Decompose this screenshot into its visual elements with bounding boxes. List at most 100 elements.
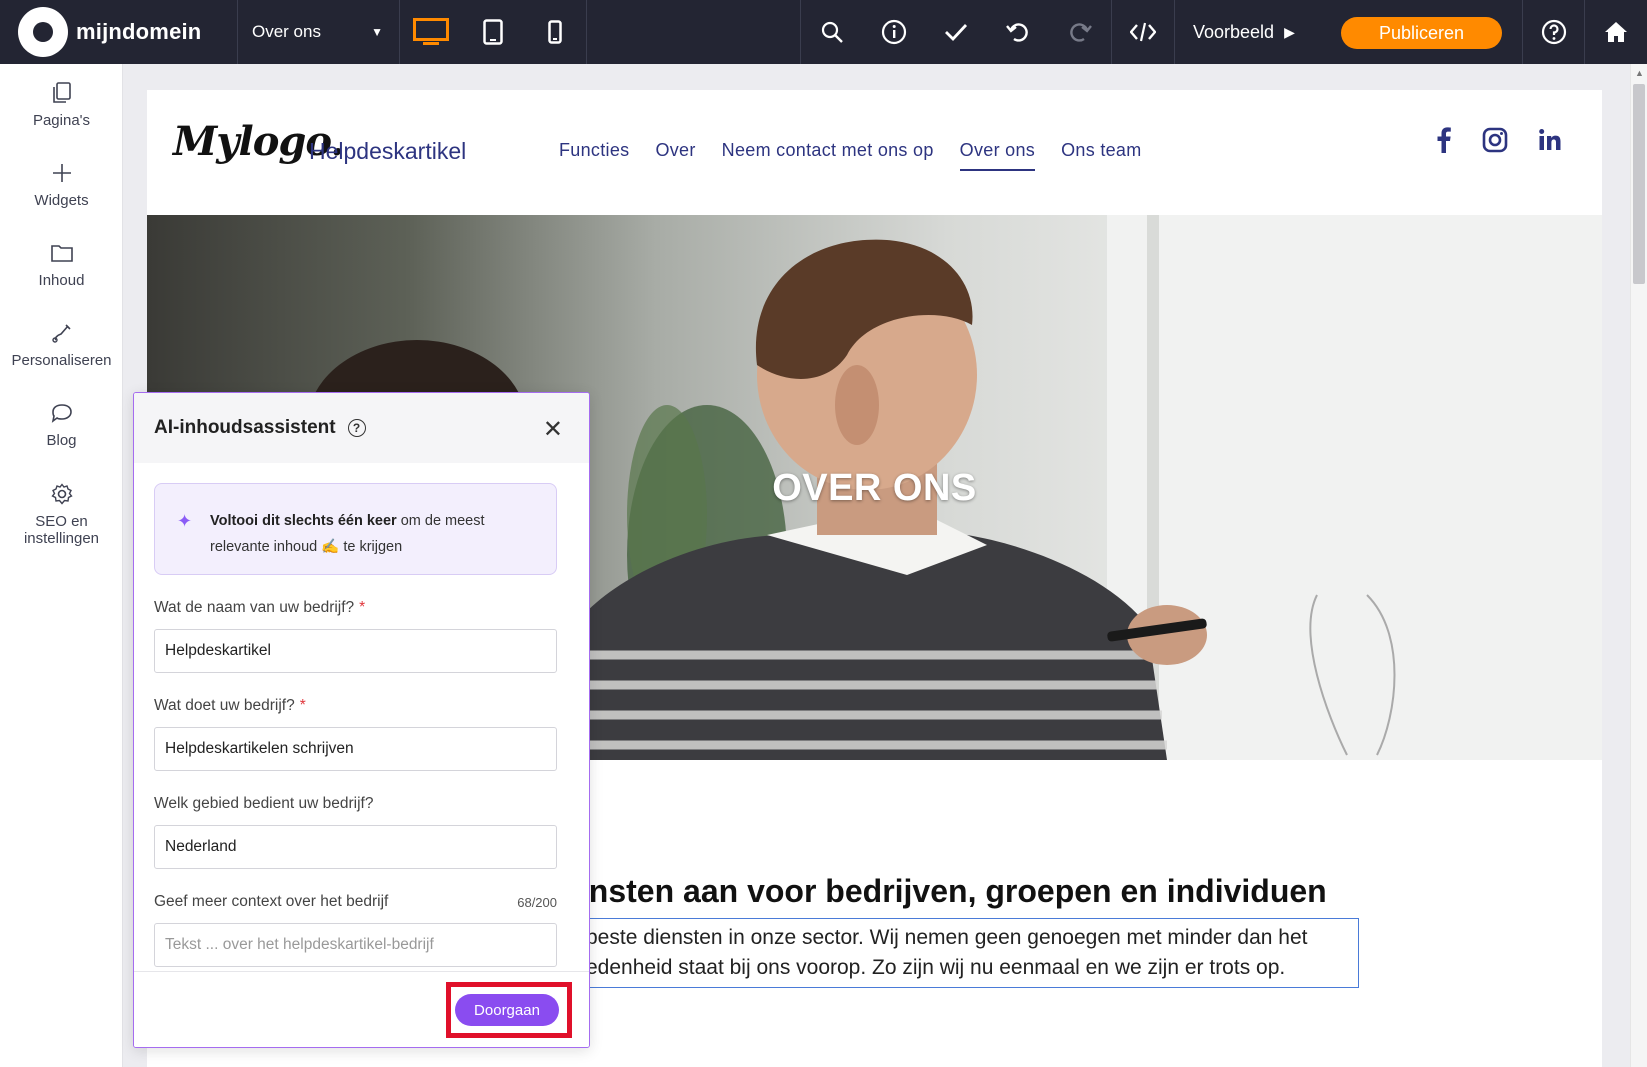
sidebar-item-pages[interactable]: Pagina's xyxy=(0,64,123,144)
folder-icon xyxy=(50,244,73,262)
home-button[interactable] xyxy=(1584,0,1647,64)
desktop-icon xyxy=(413,18,449,45)
company-activity-field[interactable] xyxy=(154,727,557,771)
required-marker: * xyxy=(359,599,366,616)
home-icon xyxy=(1605,22,1627,42)
continue-button[interactable]: Doorgaan xyxy=(455,994,559,1026)
undo-icon xyxy=(1006,23,1028,42)
sidebar-item-label: Personaliseren xyxy=(11,351,112,369)
company-name-label: Wat de naam van uw bedrijf? * xyxy=(154,599,557,617)
ai-panel-body[interactable]: ✦ Voltooi dit slechts één keer om de mee… xyxy=(134,463,589,971)
check-icon xyxy=(945,24,968,42)
tablet-view-button[interactable] xyxy=(462,0,524,64)
sidebar-item-personalize[interactable]: Personaliseren xyxy=(0,304,123,384)
scroll-up-icon[interactable]: ▲ xyxy=(1635,68,1644,78)
editor-tools xyxy=(800,0,1173,64)
code-button[interactable] xyxy=(1111,0,1173,64)
tablet-icon xyxy=(483,19,503,45)
tip-bold-text: Voltooi dit slechts één keer xyxy=(210,513,397,529)
ai-panel-title: AI-inhoudsassistent xyxy=(154,417,336,438)
preview-button[interactable]: Voorbeeld ▶ xyxy=(1174,0,1313,64)
site-header[interactable]: Mylogo. Helpdeskartikel Functies Over Ne… xyxy=(147,90,1602,215)
nav-link-over-ons[interactable]: Over ons xyxy=(959,140,1036,171)
scrollbar-thumb[interactable] xyxy=(1633,84,1645,284)
desktop-view-button[interactable] xyxy=(400,0,462,64)
left-sidebar: Pagina's Widgets Inhoud Personaliseren B… xyxy=(0,64,123,1067)
sidebar-item-label: SEO en instellingen xyxy=(23,513,100,547)
mobile-icon xyxy=(548,20,562,44)
nav-link-ons-team[interactable]: Ons team xyxy=(1061,140,1141,171)
tip-text: om de meest xyxy=(396,513,485,529)
site-name[interactable]: Helpdeskartikel xyxy=(309,138,466,165)
chevron-down-icon: ▼ xyxy=(371,25,383,39)
required-marker: * xyxy=(299,697,306,714)
linkedin-icon[interactable] xyxy=(1538,128,1562,152)
redo-button[interactable] xyxy=(1049,0,1111,64)
service-area-field[interactable] xyxy=(154,825,557,869)
ai-tip-box: ✦ Voltooi dit slechts één keer om de mee… xyxy=(154,483,557,575)
company-activity-label-text: Wat doet uw bedrijf? xyxy=(154,697,295,714)
info-icon xyxy=(881,19,907,45)
pages-icon xyxy=(52,81,71,103)
check-button[interactable] xyxy=(925,0,987,64)
brand[interactable]: mijndomein xyxy=(0,0,238,64)
character-counter: 68/200 xyxy=(517,895,557,910)
company-activity-label: Wat doet uw bedrijf? * xyxy=(154,697,557,715)
instagram-icon[interactable] xyxy=(1482,127,1508,153)
undo-button[interactable] xyxy=(987,0,1049,64)
ai-panel-footer: Doorgaan xyxy=(134,971,589,1047)
social-links xyxy=(1436,126,1562,154)
canvas-scrollbar[interactable]: ▲ xyxy=(1630,64,1647,1067)
nav-link-functies[interactable]: Functies xyxy=(559,140,629,171)
sidebar-item-label: Widgets xyxy=(34,191,89,209)
nav-link-contact[interactable]: Neem contact met ons op xyxy=(722,140,934,171)
ai-content-assistant-panel: AI-inhoudsassistent ? ✕ ✦ Voltooi dit sl… xyxy=(133,392,590,1048)
gear-icon xyxy=(50,483,73,505)
help-button[interactable] xyxy=(1522,0,1584,64)
sidebar-item-label: Pagina's xyxy=(32,111,91,129)
close-icon[interactable]: ✕ xyxy=(543,415,563,444)
device-switcher xyxy=(400,0,587,64)
chat-bubble-icon xyxy=(51,403,72,423)
sidebar-item-label: Inhoud xyxy=(38,271,85,289)
section-text-line-1: beste diensten in onze sector. Wij nemen… xyxy=(586,926,1308,949)
company-name-field[interactable] xyxy=(154,629,557,673)
site-navigation: Functies Over Neem contact met ons op Ov… xyxy=(559,140,1168,171)
tip-text-2: relevante inhoud ✍ te krijgen xyxy=(210,539,403,555)
redo-icon xyxy=(1070,23,1092,42)
publish-button[interactable]: Publiceren xyxy=(1341,17,1502,49)
company-name-label-text: Wat de naam van uw bedrijf? xyxy=(154,599,355,616)
mobile-view-button[interactable] xyxy=(524,0,586,64)
code-icon xyxy=(1129,22,1156,42)
section-text[interactable]: beste diensten in onze sector. Wij nemen… xyxy=(571,918,1359,988)
brand-logo-icon xyxy=(18,7,68,57)
preview-label: Voorbeeld xyxy=(1193,21,1275,42)
help-icon xyxy=(1541,19,1566,45)
sidebar-item-seo-settings[interactable]: SEO en instellingen xyxy=(0,464,123,564)
company-context-label: Geef meer context over het bedrijf 68/200 xyxy=(154,893,557,911)
brand-name: mijndomein xyxy=(76,19,202,44)
section-heading[interactable]: ensten aan voor bedrijven, groepen en in… xyxy=(571,873,1327,910)
ai-panel-header: AI-inhoudsassistent ? ✕ xyxy=(134,393,589,463)
search-button[interactable] xyxy=(801,0,863,64)
section-text-line-2: edenheid staat bij ons voorop. Zo zijn w… xyxy=(586,956,1286,979)
page-selector-value: Over ons xyxy=(252,22,321,41)
sidebar-item-widgets[interactable]: Widgets xyxy=(0,144,123,224)
facebook-icon[interactable] xyxy=(1436,126,1452,154)
sidebar-item-blog[interactable]: Blog xyxy=(0,384,123,464)
page-selector[interactable]: Over ons ▼ xyxy=(238,0,400,64)
plus-icon xyxy=(52,163,71,182)
company-context-field[interactable] xyxy=(154,923,557,967)
sidebar-item-content[interactable]: Inhoud xyxy=(0,224,123,304)
question-circle-icon[interactable]: ? xyxy=(347,419,366,437)
info-button[interactable] xyxy=(863,0,925,64)
nav-link-over[interactable]: Over xyxy=(655,140,695,171)
service-area-label: Welk gebied bedient uw bedrijf? xyxy=(154,795,374,812)
search-icon xyxy=(821,21,843,43)
play-icon: ▶ xyxy=(1284,23,1295,40)
company-context-label-text: Geef meer context over het bedrijf xyxy=(154,893,389,910)
sidebar-item-label: Blog xyxy=(46,431,77,449)
sparkle-icon: ✦ xyxy=(177,511,193,531)
brush-icon xyxy=(51,323,71,343)
top-toolbar: mijndomein Over ons ▼ Voorbeeld ▶ Public… xyxy=(0,0,1647,64)
